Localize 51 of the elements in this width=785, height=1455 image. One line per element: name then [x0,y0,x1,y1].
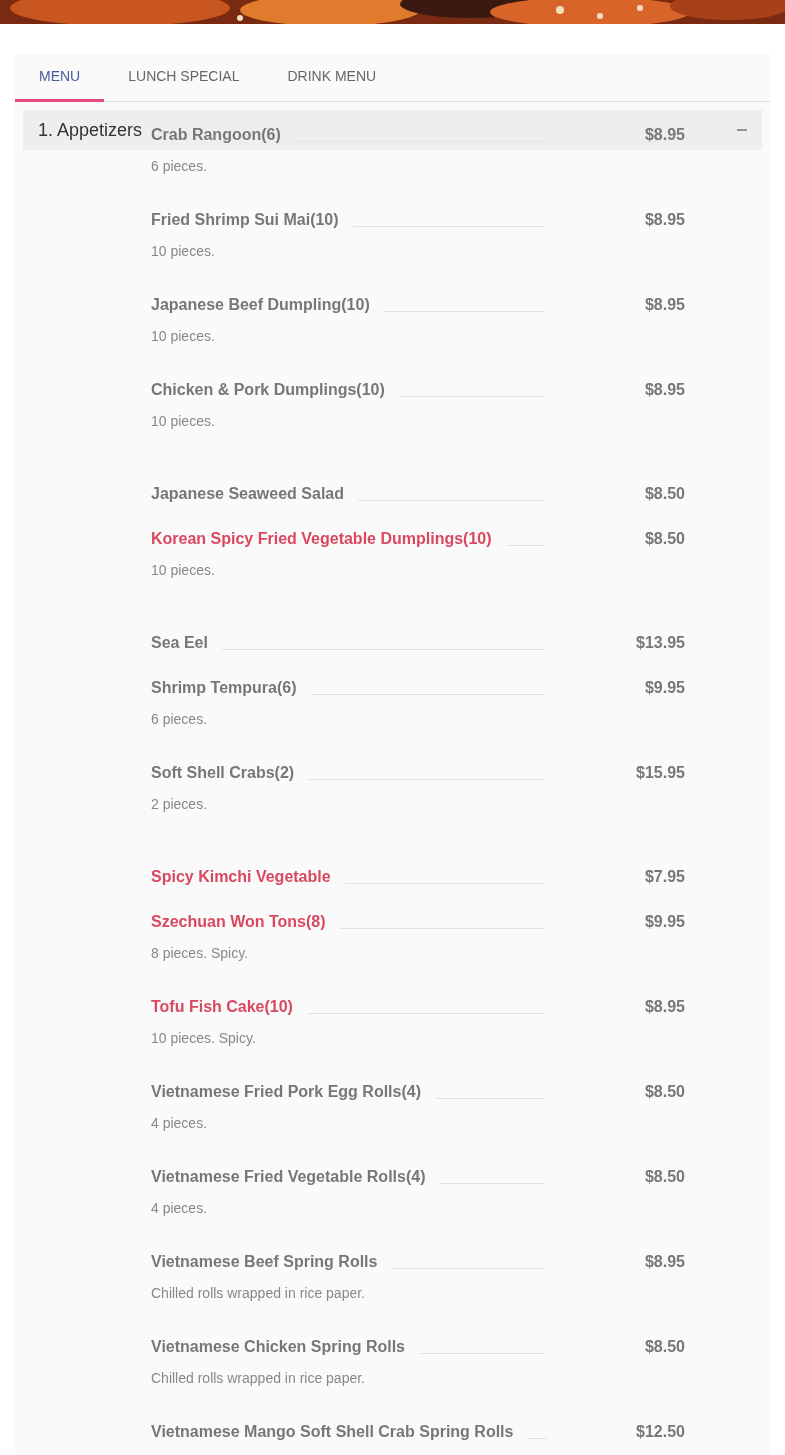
item-description: Chilled rolls wrapped in rice paper. [151,1369,366,1388]
item-name[interactable]: Vietnamese Chicken Spring Rolls [151,1335,405,1359]
item-description: 10 pieces. [151,242,216,261]
item-price: $8.95 [644,1252,685,1272]
item-description: Chilled rolls wrapped in rice paper. [151,1284,366,1303]
item-name[interactable]: Korean Spicy Fried Vegetable Dumplings(10) [151,527,492,551]
item-description: 10 pieces. Spicy. [151,1029,257,1048]
item-name[interactable]: Japanese Seaweed Salad [151,482,344,506]
menu-tab[interactable]: LUNCH SPECIAL [104,54,264,102]
item-description: 10 pieces. [151,327,216,346]
item-description: 6 pieces. [151,157,209,176]
menu-tab[interactable]: DRINK MENU [263,54,401,102]
item-name[interactable]: Vietnamese Fried Vegetable Rolls(4) [151,1165,426,1189]
item-description: 6 pieces. [151,710,209,729]
item-name[interactable]: Soft Shell Crabs(2) [151,761,295,785]
item-description: 10 pieces. [151,412,216,431]
item-price: $7.95 [644,867,685,887]
item-price: $8.50 [644,1082,685,1102]
item-name[interactable]: Japanese Beef Dumpling(10) [151,293,370,317]
item-name[interactable]: Tofu Fish Cake(10) [151,995,293,1019]
menu-tab[interactable]: MENU [15,54,105,102]
item-description: 4 pieces. [151,1114,209,1133]
item-name[interactable]: Fried Shrimp Sui Mai(10) [151,208,339,232]
section-title: 1. Appetizers [38,118,143,142]
item-price: $8.50 [644,1167,685,1187]
item-price: $12.50 [636,1422,685,1442]
item-price: $8.50 [644,1337,685,1357]
item-name[interactable]: Chicken & Pork Dumplings(10) [151,378,385,402]
item-name[interactable]: Vietnamese Fried Pork Egg Rolls(4) [151,1080,421,1104]
item-description: 2 pieces. [151,795,209,814]
item-name[interactable]: Vietnamese Beef Spring Rolls [151,1250,378,1274]
item-price: $8.50 [644,484,685,504]
item-name[interactable]: Crab Rangoon(6) [151,123,281,147]
item-price: $13.95 [636,633,685,653]
item-name[interactable]: Spicy Kimchi Vegetable [151,865,331,889]
item-price: $8.95 [644,210,685,230]
item-price: $8.95 [644,295,685,315]
item-price: $8.95 [644,997,685,1017]
item-price: $9.95 [644,678,685,698]
item-price: $15.95 [636,763,685,783]
item-description: 10 pieces. [151,561,216,580]
item-name[interactable]: Vietnamese Mango Soft Shell Crab Spring Rolls [151,1420,514,1444]
item-price: $9.95 [644,912,685,932]
item-name[interactable]: Sea Eel [151,631,208,655]
item-price: $8.95 [644,125,685,145]
item-price: $8.95 [644,380,685,400]
item-description: 4 pieces. [151,1199,209,1218]
item-name[interactable]: Szechuan Won Tons(8) [151,910,326,934]
item-price: $8.50 [644,529,685,549]
item-description: 8 pieces. Spicy. [151,944,249,963]
item-name[interactable]: Shrimp Tempura(6) [151,676,297,700]
